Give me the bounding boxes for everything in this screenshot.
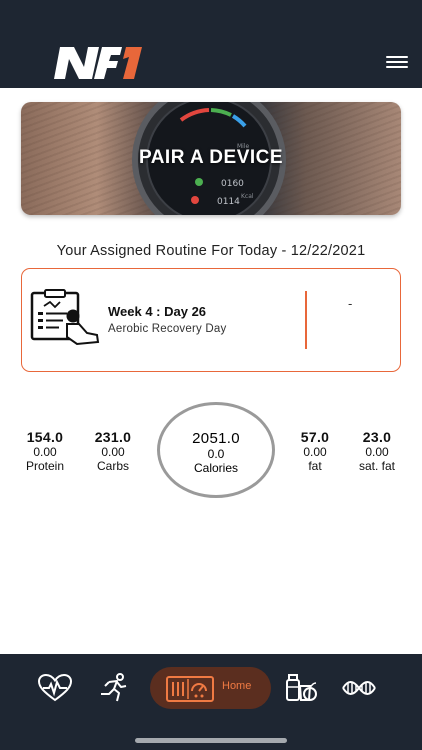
calories-value: 0.0 — [207, 447, 225, 461]
fat-label: fat — [308, 459, 322, 473]
calories-label: Calories — [193, 461, 238, 475]
home-indicator — [135, 738, 287, 743]
tab-home-label: Home — [222, 680, 252, 692]
app-header — [0, 0, 422, 88]
calories-target: 2051.0 — [192, 430, 240, 447]
hamburger-menu-icon[interactable] — [386, 56, 408, 72]
routine-card[interactable]: Week 4 : Day 26 Aerobic Recovery Day - — [21, 268, 401, 372]
fat-value: 0.00 — [303, 445, 327, 459]
tab-dna[interactable] — [342, 678, 376, 698]
carbs-stat: 231.0 0.00 Carbs — [84, 429, 142, 473]
calories-ring: 2051.0 0.0 Calories — [157, 402, 275, 498]
routine-status: - — [348, 296, 353, 311]
protein-stat: 154.0 0.00 Protein — [16, 429, 74, 473]
groceries-icon — [286, 674, 317, 701]
protein-value: 0.00 — [33, 445, 57, 459]
protein-target: 154.0 — [26, 429, 64, 445]
sat-fat-target: 23.0 — [362, 429, 392, 445]
pair-device-banner[interactable]: 0114 0160 Kcal Mile PAIR A DEVICE — [21, 102, 401, 215]
tab-home[interactable]: Home — [150, 667, 271, 709]
svg-text:0160: 0160 — [221, 179, 244, 189]
carbs-value: 0.00 — [101, 445, 125, 459]
sat-fat-label: sat. fat — [358, 459, 396, 473]
heart-rate-icon — [38, 674, 72, 702]
routine-divider — [305, 291, 307, 349]
protein-label: Protein — [25, 459, 65, 473]
pair-device-title: PAIR A DEVICE — [138, 147, 284, 168]
tab-nutrition[interactable] — [284, 672, 318, 704]
clipboard-icon — [30, 289, 100, 346]
dna-icon — [342, 681, 376, 695]
fat-stat: 57.0 0.00 fat — [290, 429, 340, 473]
running-person-icon — [101, 673, 127, 702]
carbs-target: 231.0 — [94, 429, 132, 445]
svg-text:Kcal: Kcal — [241, 193, 254, 200]
svg-text:0114: 0114 — [217, 197, 240, 207]
fat-target: 57.0 — [300, 429, 330, 445]
dashboard-icon — [166, 676, 214, 702]
bottom-tab-bar: Home — [0, 654, 422, 750]
routine-description: Aerobic Recovery Day — [108, 323, 227, 335]
routine-week-day: Week 4 : Day 26 — [108, 304, 207, 319]
tab-heart-rate[interactable] — [38, 674, 72, 702]
sat-fat-stat: 23.0 0.00 sat. fat — [349, 429, 405, 473]
nf1-logo — [54, 47, 142, 79]
sat-fat-value: 0.00 — [365, 445, 389, 459]
carbs-label: Carbs — [96, 459, 129, 473]
tab-workout[interactable] — [97, 672, 129, 704]
routine-heading: Your Assigned Routine For Today - 12/22/… — [56, 243, 366, 259]
